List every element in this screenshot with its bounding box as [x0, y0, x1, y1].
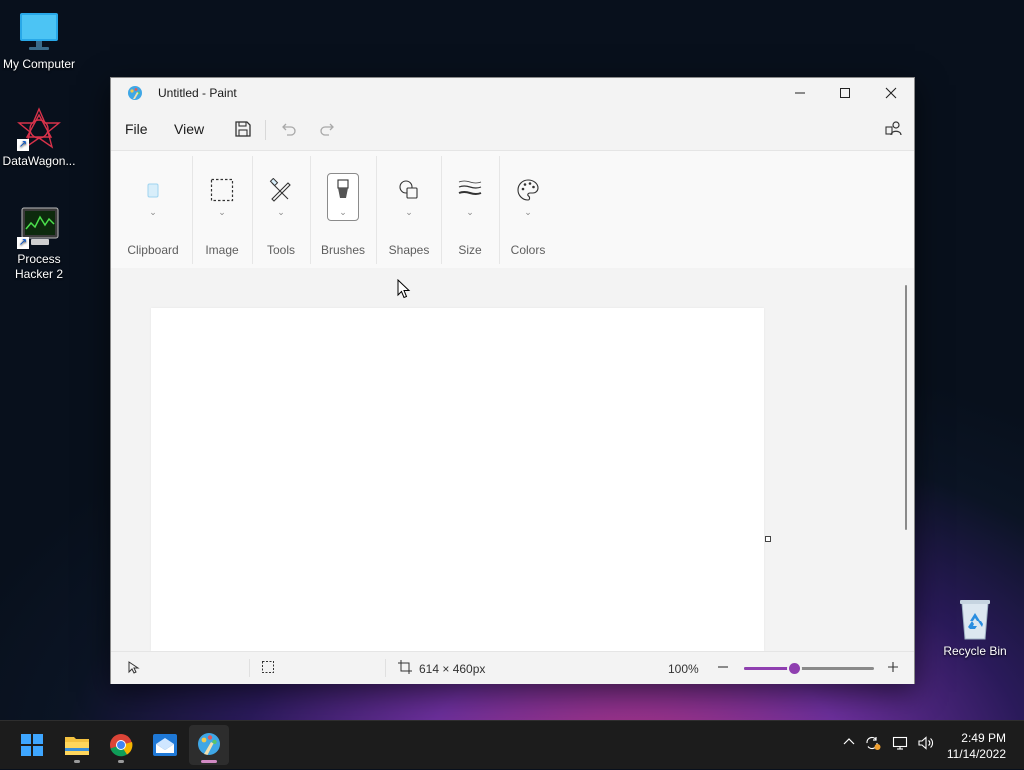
- clock-time: 2:49 PM: [961, 731, 1006, 745]
- chevron-down-icon: ⌄: [277, 207, 285, 217]
- palette-icon: [511, 175, 545, 209]
- zoom-in-icon[interactable]: [886, 660, 900, 677]
- ribbon-group-shapes[interactable]: ⌄ Shapes: [377, 151, 441, 269]
- canvas-workspace: [111, 268, 898, 651]
- selection-size-icon: [261, 660, 275, 677]
- undo-icon[interactable]: [277, 118, 299, 140]
- desktop-icon-datawagon[interactable]: ↗ DataWagon...: [0, 107, 79, 169]
- menu-view[interactable]: View: [174, 121, 204, 137]
- ribbon-group-label: Colors: [510, 243, 546, 257]
- ribbon-group-image[interactable]: ⌄ Image: [193, 151, 251, 269]
- paint-window: Untitled - Paint File View ⌄ Clipboard ⌄…: [110, 77, 915, 684]
- desktop-icon-label: Process Hacker 2: [14, 252, 64, 281]
- show-hidden-icons-chevron-up-icon[interactable]: [842, 735, 856, 752]
- ribbon-group-label: Image: [205, 243, 239, 257]
- running-indicator: [118, 760, 124, 763]
- desktop-icon-label: My Computer: [2, 57, 76, 71]
- desktop-icon-process-hacker[interactable]: ↗ Process Hacker 2: [0, 205, 79, 282]
- zoom-level[interactable]: 100%: [668, 662, 699, 676]
- chevron-down-icon: ⌄: [466, 207, 474, 217]
- chevron-down-icon: ⌄: [405, 207, 413, 217]
- taskbar-mail[interactable]: [145, 725, 185, 765]
- shapes-icon: [392, 175, 426, 209]
- ribbon-group-label: Tools: [266, 243, 295, 257]
- save-icon[interactable]: [232, 118, 254, 140]
- ribbon-group-label: Clipboard: [127, 243, 179, 257]
- ribbon-group-colors[interactable]: ⌄ Colors: [500, 151, 556, 269]
- file-explorer-icon: [65, 737, 89, 755]
- desktop-icon-label: DataWagon...: [2, 154, 76, 168]
- datawagon-icon: ↗: [17, 107, 61, 151]
- start-icon: [21, 734, 43, 756]
- ribbon-group-label: Brushes: [320, 243, 366, 257]
- start-button[interactable]: [12, 725, 52, 765]
- brush-icon: [326, 175, 360, 209]
- paint-app-icon: [127, 85, 143, 106]
- desktop-icon-recycle-bin[interactable]: Recycle Bin: [935, 597, 1015, 659]
- close-button[interactable]: [868, 78, 914, 108]
- chevron-down-icon: ⌄: [149, 207, 157, 217]
- chevron-down-icon: ⌄: [524, 207, 532, 217]
- maximize-button[interactable]: [822, 78, 868, 108]
- active-indicator: [201, 760, 217, 763]
- canvas-size-icon: [398, 660, 412, 677]
- clipboard-icon: [136, 175, 170, 209]
- minimize-button[interactable]: [777, 78, 823, 108]
- chevron-down-icon: ⌄: [218, 207, 226, 217]
- shortcut-arrow-icon: ↗: [17, 139, 29, 151]
- scrollbar-thumb[interactable]: [905, 285, 907, 530]
- mail-icon: [153, 734, 177, 756]
- chrome-icon: [110, 734, 133, 757]
- cursor-position-icon: [126, 660, 140, 677]
- zoom-slider-fill: [744, 667, 794, 670]
- tools-icon: [264, 175, 298, 209]
- volume-icon[interactable]: [917, 735, 935, 754]
- zoom-slider-thumb[interactable]: [789, 663, 800, 674]
- status-separator: [249, 659, 250, 677]
- shortcut-arrow-icon: ↗: [17, 237, 29, 249]
- process-hacker-icon: ↗: [17, 205, 61, 249]
- stroke-size-icon: [453, 175, 487, 209]
- ribbon-group-size[interactable]: ⌄ Size: [442, 151, 498, 269]
- window-title: Untitled - Paint: [158, 86, 237, 100]
- account-icon[interactable]: [883, 118, 905, 140]
- system-clock[interactable]: 2:49 PM 11/14/2022: [947, 730, 1006, 762]
- ribbon-group-clipboard[interactable]: ⌄ Clipboard: [121, 151, 185, 269]
- taskbar-paint[interactable]: [189, 725, 229, 765]
- ribbon-group-tools[interactable]: ⌄ Tools: [253, 151, 309, 269]
- ribbon-group-label: Shapes: [388, 243, 430, 257]
- redo-icon[interactable]: [317, 118, 339, 140]
- menu-bar: File View: [111, 108, 914, 150]
- sync-icon[interactable]: [864, 735, 882, 754]
- mouse-cursor-icon: [397, 278, 411, 304]
- ribbon-group-brushes[interactable]: ⌄ Brushes: [311, 151, 375, 269]
- selection-icon: [205, 175, 239, 209]
- menu-separator: [265, 120, 266, 140]
- taskbar-chrome[interactable]: [101, 725, 141, 765]
- computer-icon: [17, 10, 61, 54]
- status-bar: 614 × 460px 100%: [111, 651, 914, 684]
- drawing-canvas[interactable]: [151, 308, 764, 651]
- chevron-down-icon: ⌄: [339, 207, 347, 217]
- clock-date: 11/14/2022: [946, 747, 1006, 761]
- taskbar-file-explorer[interactable]: [57, 725, 97, 765]
- desktop-icon-my-computer[interactable]: My Computer: [0, 10, 79, 72]
- paint-icon: [198, 733, 220, 755]
- desktop-icon-label: Recycle Bin: [943, 644, 1007, 658]
- canvas-resize-handle[interactable]: [765, 536, 771, 542]
- title-bar[interactable]: Untitled - Paint: [111, 78, 914, 108]
- ribbon: ⌄ Clipboard ⌄ Image ⌄ Tools ⌄ Brushes ⌄ …: [111, 150, 914, 270]
- zoom-slider[interactable]: [744, 663, 874, 674]
- menu-file[interactable]: File: [125, 121, 148, 137]
- network-icon[interactable]: [892, 735, 908, 754]
- vertical-scrollbar[interactable]: [898, 268, 914, 651]
- recycle-bin-icon: [953, 597, 997, 641]
- canvas-size-readout: 614 × 460px: [419, 662, 486, 676]
- zoom-out-icon[interactable]: [716, 660, 730, 677]
- ribbon-group-label: Size: [458, 243, 482, 257]
- status-separator: [385, 659, 386, 677]
- running-indicator: [74, 760, 80, 763]
- taskbar: 2:49 PM 11/14/2022: [0, 720, 1024, 769]
